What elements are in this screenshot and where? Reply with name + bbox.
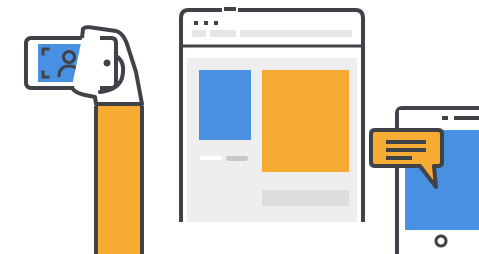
window-control-dot [204, 21, 208, 25]
phone-side-button-top [103, 59, 111, 67]
orange-arm [96, 106, 142, 254]
blue-image-block [199, 70, 251, 140]
caption-line-accent [226, 156, 248, 161]
browser-window [179, 6, 365, 222]
home-button-icon [434, 234, 448, 248]
caption-line [200, 156, 222, 160]
window-control-dot [194, 21, 198, 25]
text-bar [262, 190, 349, 206]
url-field [240, 30, 352, 37]
hand-holding-phone [24, 25, 144, 254]
orange-image-block [262, 70, 349, 172]
address-bar [192, 30, 352, 37]
tab-segment [210, 30, 236, 37]
tab-segment [192, 30, 206, 37]
window-control-dot [214, 21, 218, 25]
device-illustration [24, 6, 479, 254]
window-controls [194, 21, 218, 25]
